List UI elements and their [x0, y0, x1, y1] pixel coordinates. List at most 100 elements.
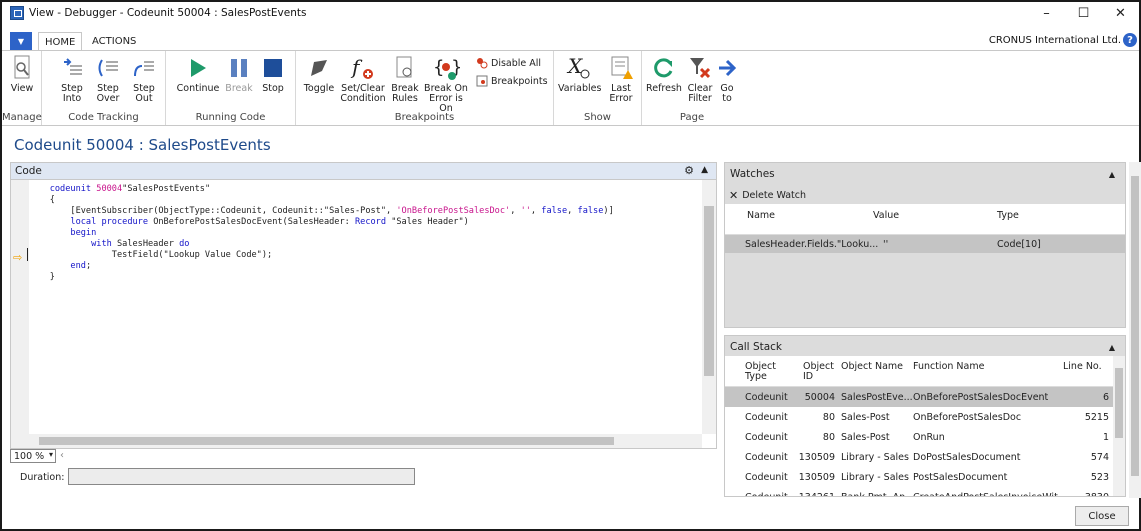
- col-object-name[interactable]: Object Name: [841, 362, 903, 372]
- code-line[interactable]: codeunit 50004"SalesPostEvents": [29, 184, 702, 195]
- chevron-down-icon: ▾: [48, 450, 53, 459]
- call-stack-row[interactable]: Codeunit 130509 Library - Sales DoPostSales…: [725, 447, 1113, 467]
- variables-icon: X: [566, 55, 590, 79]
- view-button[interactable]: View: [6, 54, 38, 94]
- refresh-button[interactable]: Refresh: [646, 54, 682, 94]
- cell-object-name: Bank Pmt. Ap...: [841, 492, 914, 496]
- col-type[interactable]: Type: [997, 210, 1019, 221]
- break-button[interactable]: Break: [224, 54, 254, 94]
- break-on-error-icon: {}: [433, 57, 460, 80]
- tab-actions[interactable]: ACTIONS: [86, 32, 142, 50]
- code-panel: Code ⚙ ▲ ⇨ codeunit 50004"SalesPostEvent…: [10, 162, 717, 449]
- disable-all-button[interactable]: Disable All: [476, 57, 541, 69]
- code-line[interactable]: {: [29, 195, 702, 206]
- last-error-icon: [611, 56, 633, 79]
- col-object-type[interactable]: Object Type: [745, 362, 781, 382]
- cell-object-name: Library - Sales: [841, 452, 909, 463]
- cell-line-no: 6: [1102, 392, 1109, 403]
- call-stack-row[interactable]: Codeunit 80 Sales-Post OnBeforePostSalesDoc…: [725, 407, 1113, 427]
- step-into-button[interactable]: Step Into: [56, 54, 88, 104]
- col-name[interactable]: Name: [747, 210, 775, 221]
- pause-icon: [231, 59, 247, 77]
- break-rules-button[interactable]: Break Rules: [390, 54, 420, 104]
- call-stack-row[interactable]: Codeunit 50004 SalesPostEve... OnBeforePost…: [725, 387, 1113, 407]
- code-line[interactable]: }: [29, 272, 702, 283]
- step-over-button[interactable]: Step Over: [92, 54, 124, 104]
- cell-object-name: SalesPostEve...: [841, 392, 913, 403]
- code-gutter[interactable]: [11, 180, 29, 448]
- code-editor[interactable]: codeunit 50004"SalesPostEvents" { [Event…: [29, 180, 702, 434]
- duration-label: Duration:: [20, 472, 65, 483]
- code-line[interactable]: [EventSubscriber(ObjectType::Codeunit, C…: [29, 206, 702, 217]
- col-function-name[interactable]: Function Name: [913, 362, 984, 372]
- file-menu-button[interactable]: ▼: [10, 32, 32, 50]
- go-to-button[interactable]: Go to: [716, 54, 738, 104]
- last-error-button[interactable]: Last Error: [604, 54, 638, 104]
- app-icon: [10, 6, 24, 20]
- chevron-up-icon[interactable]: ▲: [1109, 170, 1115, 179]
- breakpoints-list-icon: [476, 75, 488, 87]
- delete-watch-button[interactable]: ✕ Delete Watch: [729, 189, 806, 202]
- cell-function-name: CreateAndPostSalesInvoiceWit...: [913, 492, 1067, 496]
- delete-x-icon: ✕: [729, 189, 739, 202]
- breakpoints-list-button[interactable]: Breakpoints: [476, 75, 548, 87]
- cell-function-name: OnRun: [913, 432, 945, 443]
- code-vertical-scrollbar[interactable]: [702, 180, 716, 434]
- clear-filter-button[interactable]: Clear Filter: [686, 54, 714, 104]
- code-horizontal-scrollbar[interactable]: [29, 434, 702, 448]
- variables-button[interactable]: X Variables: [558, 54, 601, 94]
- toggle-button[interactable]: Toggle: [302, 54, 336, 94]
- company-name[interactable]: CRONUS International Ltd.: [989, 35, 1121, 46]
- close-window-button[interactable]: ✕: [1102, 2, 1139, 24]
- duration-field: [68, 468, 415, 485]
- col-object-id[interactable]: Object ID: [803, 362, 834, 382]
- help-icon[interactable]: ?: [1123, 33, 1137, 47]
- call-stack-row[interactable]: Codeunit 130509 Library - Sales PostSalesDo…: [725, 467, 1113, 487]
- continue-button[interactable]: Continue: [176, 54, 220, 94]
- scroll-left-icon[interactable]: ‹: [60, 450, 64, 461]
- code-line[interactable]: local procedure OnBeforePostSalesDocEven…: [29, 217, 702, 228]
- watch-row[interactable]: SalesHeader.Fields."Looku... '' Code[10]: [725, 235, 1125, 253]
- cell-object-type: Codeunit: [745, 412, 788, 423]
- break-on-error-button[interactable]: {} Break On Error is On: [424, 54, 468, 114]
- call-stack-scrollbar[interactable]: [1113, 356, 1125, 496]
- group-page: Refresh Clear Filter Go to Page: [642, 51, 742, 125]
- group-running-code: Continue Break Stop Running Code: [166, 51, 296, 125]
- clear-filter-icon: [690, 58, 711, 79]
- step-over-icon: [98, 59, 118, 77]
- group-code-tracking: Step Into Step Over Step Out Code Tracki…: [42, 51, 166, 125]
- group-show: X Variables Last Error Show: [554, 51, 642, 125]
- title-bar: View - Debugger - Codeunit 50004 : Sales…: [2, 2, 1139, 24]
- toggle-breakpoint-icon: [311, 60, 327, 76]
- stop-button[interactable]: Stop: [258, 54, 288, 94]
- minimize-button[interactable]: –: [1028, 2, 1065, 24]
- tab-home[interactable]: HOME: [38, 32, 83, 51]
- close-button[interactable]: Close: [1075, 506, 1129, 526]
- call-stack-row[interactable]: Codeunit 134261 Bank Pmt. Ap...CreateAndPo…: [725, 487, 1113, 496]
- chevron-up-icon[interactable]: ▲: [701, 165, 708, 175]
- cell-line-no: 3830: [1085, 492, 1109, 496]
- code-line[interactable]: TestField("Lookup Value Code");: [29, 250, 702, 261]
- set-clear-condition-button[interactable]: f Set/Clear Condition: [338, 54, 388, 104]
- cell-object-id: 80: [822, 412, 835, 423]
- zoom-select[interactable]: 100 % ▾: [10, 449, 56, 463]
- arrow-right-icon: [719, 59, 737, 77]
- chevron-up-icon[interactable]: ▲: [1109, 343, 1115, 352]
- page-vertical-scrollbar[interactable]: [1129, 162, 1141, 498]
- play-icon: [191, 59, 206, 77]
- maximize-button[interactable]: ☐: [1065, 2, 1102, 24]
- watches-panel: Watches ▲ ✕ Delete Watch Name Value Type…: [724, 162, 1126, 328]
- code-line[interactable]: begin: [29, 228, 702, 239]
- cell-function-name: OnBeforePostSalesDocEvent: [913, 392, 1049, 403]
- cell-function-name: OnBeforePostSalesDoc: [913, 412, 1022, 423]
- call-stack-row[interactable]: Codeunit 80 Sales-Post OnRun 1: [725, 427, 1113, 447]
- cell-object-id: 80: [822, 432, 835, 443]
- step-out-button[interactable]: Step Out: [128, 54, 160, 104]
- code-line[interactable]: with SalesHeader do: [29, 239, 702, 250]
- cell-object-id: 130509: [798, 472, 835, 483]
- code-line[interactable]: end;: [29, 261, 702, 272]
- col-line-no[interactable]: Line No.: [1063, 362, 1102, 372]
- settings-cog-icon[interactable]: ⚙: [684, 164, 694, 177]
- col-value[interactable]: Value: [873, 210, 899, 221]
- cell-object-type: Codeunit: [745, 492, 788, 496]
